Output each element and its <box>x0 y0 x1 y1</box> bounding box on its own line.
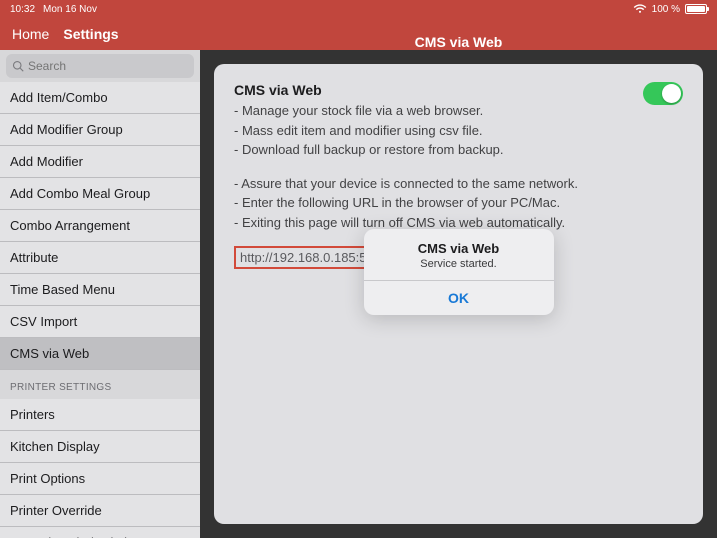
alert-dialog: CMS via Web Service started. OK <box>364 229 554 315</box>
battery-icon <box>685 4 707 14</box>
section-header-printer: PRINTER SETTINGS <box>0 370 200 399</box>
nav-header: Home Settings CMS via Web <box>0 18 717 50</box>
content-wrap: CMS via Web - Manage your stock file via… <box>200 50 717 538</box>
sidebar-item[interactable]: Barcode Label Printing <box>0 527 200 538</box>
sidebar-item[interactable]: Printer Override <box>0 495 200 527</box>
status-left: 10:32 Mon 16 Nov <box>10 4 97 15</box>
status-right: 100 % <box>633 4 707 15</box>
dialog-ok-button[interactable]: OK <box>364 281 554 315</box>
search-wrap <box>0 50 200 82</box>
sidebar-item[interactable]: Add Combo Meal Group <box>0 178 200 210</box>
sidebar-item[interactable]: Kitchen Display <box>0 431 200 463</box>
wifi-icon <box>633 4 647 14</box>
search-input[interactable] <box>28 59 188 73</box>
dialog-message: Service started. <box>376 258 542 270</box>
nav-home-button[interactable]: Home <box>12 26 49 42</box>
nav-settings-button[interactable]: Settings <box>63 26 118 42</box>
status-time: 10:32 <box>10 4 35 15</box>
sidebar[interactable]: Add Item/ComboAdd Modifier GroupAdd Modi… <box>0 50 200 538</box>
page-title: CMS via Web <box>200 34 717 50</box>
status-date: Mon 16 Nov <box>43 4 97 15</box>
sidebar-item[interactable]: Add Modifier Group <box>0 114 200 146</box>
battery-percent: 100 % <box>652 4 680 15</box>
content-panel: CMS via Web - Manage your stock file via… <box>214 64 703 524</box>
dialog-overlay: CMS via Web Service started. OK <box>214 64 703 524</box>
sidebar-item[interactable]: Attribute <box>0 242 200 274</box>
sidebar-item[interactable]: Print Options <box>0 463 200 495</box>
sidebar-item[interactable]: Time Based Menu <box>0 274 200 306</box>
sidebar-item[interactable]: Combo Arrangement <box>0 210 200 242</box>
sidebar-item[interactable]: CSV Import <box>0 306 200 338</box>
sidebar-item[interactable]: CMS via Web <box>0 338 200 370</box>
sidebar-item[interactable]: Printers <box>0 399 200 431</box>
sidebar-item[interactable]: Add Item/Combo <box>0 82 200 114</box>
search-icon <box>12 60 24 72</box>
search-box[interactable] <box>6 54 194 78</box>
status-bar: 10:32 Mon 16 Nov 100 % <box>0 0 717 18</box>
dialog-title: CMS via Web <box>376 241 542 256</box>
sidebar-item[interactable]: Add Modifier <box>0 146 200 178</box>
